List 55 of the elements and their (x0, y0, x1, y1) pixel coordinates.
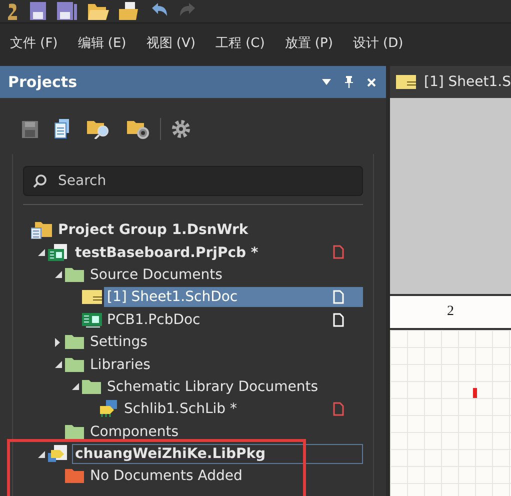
collapse-arrow-icon[interactable] (72, 383, 79, 390)
schematic-document-icon (396, 74, 416, 90)
tree-item[interactable]: testBaseboard.PrjPcb * (72, 242, 363, 263)
settings-icon[interactable] (171, 119, 191, 139)
tree-item[interactable]: Project Group 1.DsnWrk (55, 220, 363, 240)
menu-item[interactable]: 工程 (C) (215, 34, 265, 52)
tree-item[interactable]: Settings (87, 332, 363, 352)
panel-title: Projects (8, 73, 78, 91)
folder-icon (65, 266, 85, 283)
pcb-project-icon (48, 244, 70, 262)
project-group-icon (31, 221, 53, 240)
documents-icon[interactable] (54, 119, 70, 139)
library-package-icon (48, 445, 70, 464)
search-icon (33, 174, 47, 188)
folder-search-icon[interactable] (86, 119, 110, 139)
document-tab[interactable]: [1] Sheet1.S (390, 66, 511, 98)
tree-item[interactable]: No Documents Added (87, 466, 363, 486)
tree-item[interactable]: PCB1.PcbDoc (104, 310, 363, 330)
menu-item[interactable]: 编辑 (E) (78, 34, 126, 52)
empty-folder-icon (65, 468, 85, 484)
menu-item[interactable]: 文件 (F) (10, 34, 58, 52)
collapse-arrow-icon[interactable] (55, 361, 62, 368)
open-document-icon[interactable] (118, 2, 140, 22)
schematic-document-icon (82, 289, 102, 306)
tree-item[interactable]: Schlib1.SchLib * (121, 399, 363, 420)
folder-icon (65, 356, 85, 373)
folder-icon[interactable] (87, 2, 109, 22)
tree-item[interactable]: [1] Sheet1.SchDoc (104, 287, 363, 308)
pin-marker (472, 388, 477, 398)
zone-label: 2 (446, 304, 454, 320)
schematic-library-icon (99, 400, 119, 418)
pcb-document-icon (82, 312, 102, 328)
close-icon[interactable] (366, 78, 376, 86)
menu-item[interactable]: 视图 (V) (146, 34, 196, 52)
folder-icon (65, 424, 85, 440)
search-field[interactable]: Search (23, 166, 363, 196)
menu-item[interactable]: 放置 (P) (284, 34, 333, 52)
folder-gear-icon[interactable] (126, 119, 150, 139)
menu-item[interactable]: 设计 (D) (352, 34, 404, 52)
tree-item[interactable]: Libraries (87, 354, 363, 375)
tree-item[interactable]: Schematic Library Documents (104, 376, 363, 397)
folder-icon (65, 334, 85, 350)
save-all-icon[interactable] (56, 2, 78, 22)
collapse-arrow-icon[interactable] (38, 450, 45, 458)
tree-item[interactable]: chuangWeiZhiKe.LibPkg (72, 444, 363, 464)
tree-item[interactable]: Components (87, 422, 363, 442)
folder-icon (82, 378, 102, 395)
save-icon[interactable] (29, 2, 47, 22)
pin-icon[interactable] (344, 76, 353, 88)
expand-arrow-icon[interactable] (55, 338, 60, 347)
tree-item[interactable]: Source Documents (87, 264, 363, 285)
collapse-arrow-icon[interactable] (55, 271, 62, 278)
dropdown-icon[interactable] (322, 79, 331, 85)
app-logo-icon[interactable] (6, 2, 20, 22)
collapse-arrow-icon[interactable] (38, 249, 45, 256)
